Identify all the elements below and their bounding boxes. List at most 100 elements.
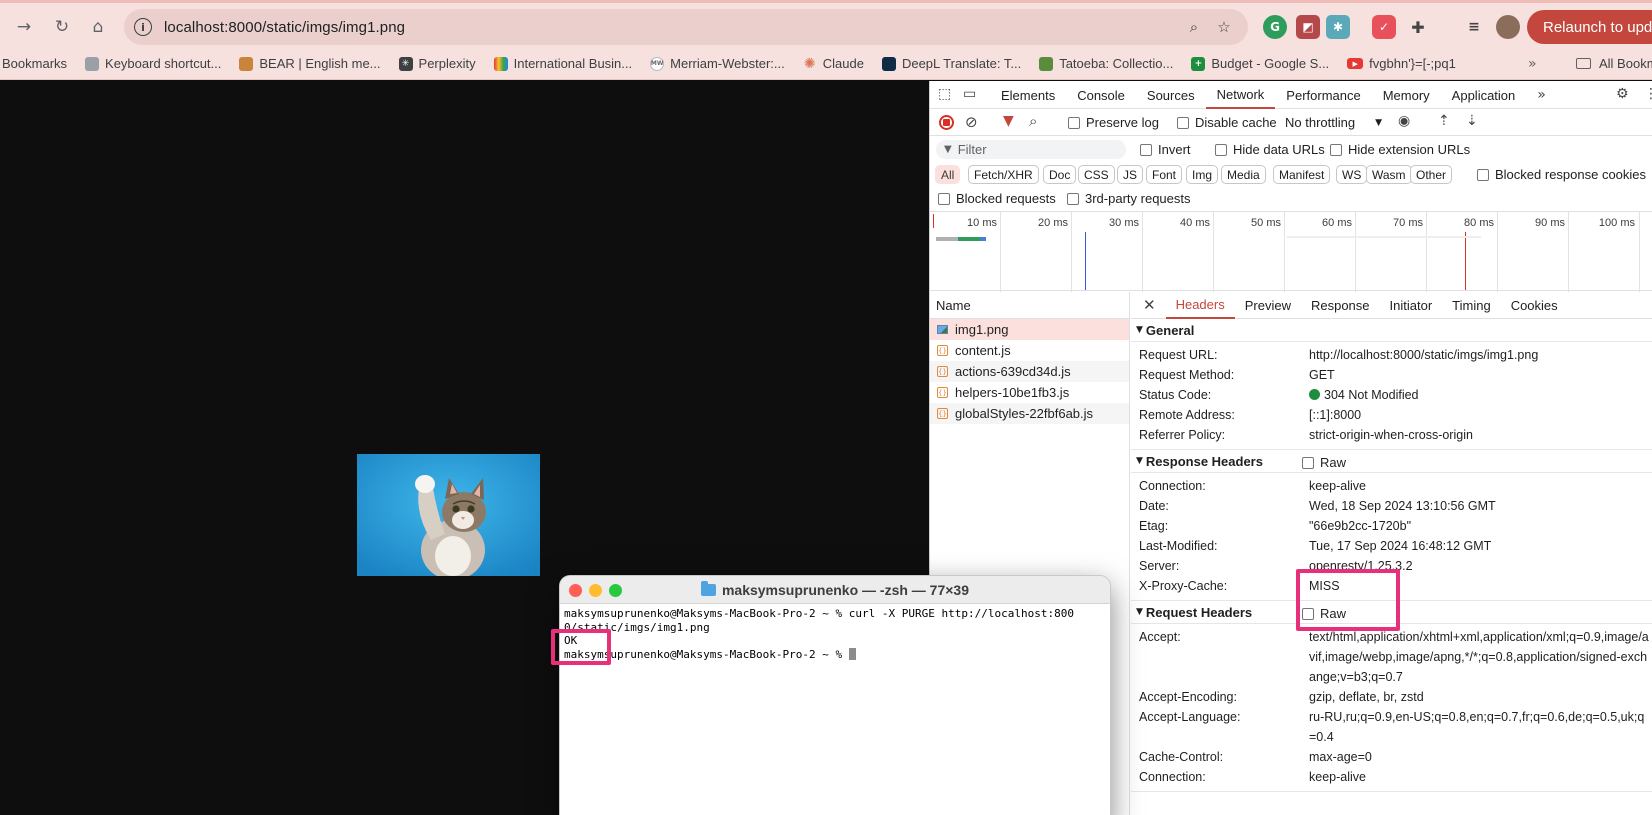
site-info-icon[interactable]: i [134, 18, 152, 36]
tab-cookies[interactable]: Cookies [1501, 292, 1568, 319]
header-row: Remote Address: [::1]:8000 [1139, 408, 1362, 422]
inspect-element-icon[interactable]: ⬚ [938, 86, 951, 102]
bookmark-item[interactable]: + Budget - Google S... [1191, 56, 1329, 71]
close-window-button[interactable] [569, 584, 582, 597]
home-icon[interactable]: ⌂ [84, 13, 112, 41]
tab-console[interactable]: Console [1066, 81, 1136, 109]
chip-media[interactable]: Media [1221, 165, 1266, 184]
tab-performance[interactable]: Performance [1275, 81, 1371, 109]
record-icon[interactable] [939, 115, 954, 130]
bookmark-item[interactable]: ▶ fvgbhn'}=[-;pq1 [1347, 56, 1456, 71]
raw-toggle[interactable]: Raw [1302, 455, 1346, 470]
grammarly-icon[interactable]: G [1263, 15, 1287, 39]
request-row[interactable]: {} content.js [930, 340, 1129, 361]
hide-data-urls-checkbox[interactable]: Hide data URLs [1215, 142, 1325, 157]
chip-js[interactable]: JS [1117, 165, 1144, 184]
terminal-titlebar[interactable]: maksymsuprunenko — -zsh — 77×39 [560, 576, 1110, 604]
chip-css[interactable]: CSS [1078, 165, 1115, 184]
terminal-window[interactable]: maksymsuprunenko — -zsh — 77×39 maksymsu… [560, 576, 1110, 815]
minimize-window-button[interactable] [589, 584, 602, 597]
bookmark-item[interactable]: ✺ Claude [803, 56, 864, 72]
url-text[interactable]: localhost:8000/static/imgs/img1.png [164, 19, 405, 36]
chip-all[interactable]: All [935, 165, 961, 184]
extension-icon[interactable]: ✱ [1326, 15, 1350, 39]
network-timeline[interactable]: 10 ms 20 ms 30 ms 40 ms 50 ms 60 ms 70 m… [930, 211, 1652, 292]
pocket-icon[interactable]: ✓ [1372, 15, 1396, 39]
bookmark-item[interactable]: DeepL Translate: T... [881, 56, 1021, 71]
search-icon[interactable]: ⌕ [1029, 112, 1037, 130]
response-headers-section-header[interactable]: ▼ Response Headers Raw [1131, 450, 1652, 473]
settings-gear-icon[interactable]: ⚙ [1616, 86, 1629, 102]
request-row[interactable]: img1.png [930, 319, 1129, 340]
chip-img[interactable]: Img [1186, 165, 1219, 184]
blocked-requests-checkbox[interactable]: Blocked requests [938, 191, 1056, 206]
deepl-icon [881, 56, 896, 71]
chip-wasm[interactable]: Wasm [1366, 165, 1412, 184]
kebab-menu-icon[interactable]: ⋮ [1644, 86, 1652, 102]
chip-ws[interactable]: WS [1336, 165, 1368, 184]
request-row[interactable]: {} actions-639cd34d.js [930, 361, 1129, 382]
bookmark-item[interactable]: International Busin... [493, 56, 632, 71]
maximize-window-button[interactable] [609, 584, 622, 597]
puzzle-icon[interactable]: ✚ [1406, 15, 1430, 39]
tab-elements[interactable]: Elements [990, 81, 1066, 109]
tab-application[interactable]: Application [1441, 81, 1527, 109]
zoom-icon[interactable]: ⌕ [1184, 17, 1204, 37]
relaunch-button[interactable]: Relaunch to update [1527, 10, 1652, 44]
throttling-select[interactable]: No throttling ▼ [1285, 115, 1382, 130]
blocked-response-cookies-checkbox[interactable]: Blocked response cookies [1477, 167, 1646, 182]
chip-manifest[interactable]: Manifest [1273, 165, 1331, 184]
reload-icon[interactable]: ↻ [48, 13, 76, 41]
all-bookmarks[interactable]: All Bookmarks [1576, 56, 1652, 71]
disable-cache-checkbox[interactable]: Disable cache [1177, 115, 1277, 130]
close-icon[interactable]: ✕ [1131, 296, 1166, 314]
media-control-icon[interactable]: ≡ [1462, 15, 1486, 39]
filter-input[interactable]: ▼ Filter [936, 140, 1126, 159]
device-toolbar-icon[interactable]: ▭ [963, 86, 976, 102]
terminal-output[interactable]: maksymsuprunenko@Maksyms-MacBook-Pro-2 ~… [560, 604, 1110, 664]
hide-extension-urls-checkbox[interactable]: Hide extension URLs [1330, 142, 1470, 157]
detail-tabs: ✕ Headers Preview Response Initiator Tim… [1131, 292, 1652, 319]
extension-icon[interactable]: ◩ [1296, 15, 1320, 39]
tab-memory[interactable]: Memory [1372, 81, 1441, 109]
timeline-tick: 90 ms [1535, 217, 1565, 229]
preserve-log-checkbox[interactable]: Preserve log [1068, 115, 1159, 130]
network-conditions-icon[interactable]: ◉ [1398, 113, 1410, 129]
timeline-tick: 80 ms [1464, 217, 1494, 229]
clear-icon[interactable]: ⊘ [965, 113, 978, 131]
request-row[interactable]: {} helpers-10be1fb3.js [930, 382, 1129, 403]
tab-response[interactable]: Response [1301, 292, 1380, 319]
export-har-icon[interactable]: ⇣ [1466, 113, 1478, 129]
tab-timing[interactable]: Timing [1442, 292, 1501, 319]
script-file-icon: {} [937, 408, 948, 419]
import-har-icon[interactable]: ⇡ [1438, 113, 1450, 129]
triangle-down-icon: ▼ [1136, 456, 1143, 466]
tab-sources[interactable]: Sources [1136, 81, 1206, 109]
chip-font[interactable]: Font [1146, 165, 1183, 184]
tab-initiator[interactable]: Initiator [1380, 292, 1443, 319]
tab-headers[interactable]: Headers [1165, 292, 1235, 319]
address-bar[interactable]: i localhost:8000/static/imgs/img1.png ⌕ … [124, 9, 1248, 45]
more-tabs-icon[interactable]: » [1526, 81, 1557, 109]
bookmark-item[interactable]: Tatoeba: Collectio... [1039, 56, 1173, 71]
tab-preview[interactable]: Preview [1235, 292, 1301, 319]
chip-fetch-xhr[interactable]: Fetch/XHR [968, 165, 1039, 184]
request-row[interactable]: {} globalStyles-22fbf6ab.js [930, 403, 1129, 424]
tab-network[interactable]: Network [1205, 81, 1276, 109]
invert-checkbox[interactable]: Invert [1140, 142, 1191, 157]
general-section-header[interactable]: ▼ General [1131, 319, 1652, 342]
bookmark-item[interactable]: Bookmarks [2, 56, 67, 71]
bookmark-item[interactable]: ✳ Perplexity [398, 56, 476, 71]
bookmark-item[interactable]: MW Merriam-Webster:... [650, 56, 785, 71]
chip-doc[interactable]: Doc [1043, 165, 1077, 184]
avatar[interactable] [1496, 15, 1520, 39]
name-column-header[interactable]: Name [930, 292, 1129, 319]
bookmark-star-icon[interactable]: ☆ [1214, 17, 1234, 37]
chip-other[interactable]: Other [1410, 165, 1453, 184]
third-party-requests-checkbox[interactable]: 3rd-party requests [1067, 191, 1191, 206]
forward-icon[interactable]: → [10, 13, 38, 41]
filter-icon[interactable]: ▼ [1003, 113, 1014, 129]
more-bookmarks-icon[interactable]: » [1528, 56, 1537, 72]
bookmark-item[interactable]: BEAR | English me... [239, 56, 381, 71]
bookmark-item[interactable]: Keyboard shortcut... [85, 56, 221, 71]
